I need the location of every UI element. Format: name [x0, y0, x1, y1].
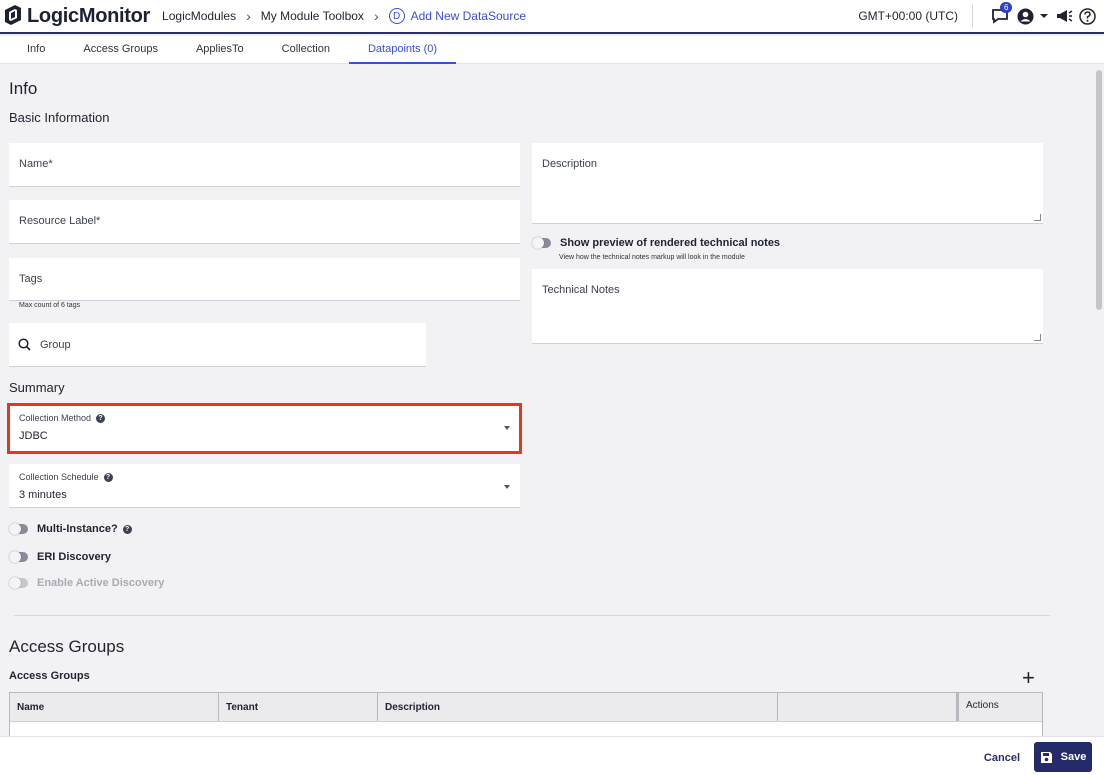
chevron-down-icon	[504, 485, 510, 489]
table-header: Name Tenant Description Actions	[10, 693, 1042, 722]
resize-handle-icon[interactable]	[1034, 334, 1041, 341]
help-icon[interactable]: ?	[122, 524, 132, 534]
column-header-actions: Actions	[957, 693, 1042, 721]
collection-method-value: JDBC	[19, 430, 48, 442]
multi-instance-label: Multi-Instance?	[37, 523, 118, 535]
breadcrumb-current: D Add New DataSource	[388, 8, 527, 24]
eri-discovery-label: ERI Discovery	[37, 551, 111, 563]
collection-schedule-value: 3 minutes	[19, 489, 67, 501]
preview-toggle[interactable]	[532, 237, 551, 249]
preview-toggle-row: Show preview of rendered technical notes	[532, 237, 780, 249]
tab-collection[interactable]: Collection	[263, 36, 349, 64]
multi-instance-row: Multi-Instance? ?	[9, 523, 132, 535]
help-icon[interactable]: ?	[103, 472, 113, 482]
chevron-right-icon: ›	[246, 8, 251, 24]
tab-bar: Info Access Groups AppliesTo Collection …	[0, 36, 1104, 64]
chevron-down-icon	[504, 426, 510, 430]
top-right-controls: GMT+00:00 (UTC) 6	[858, 0, 1096, 32]
timezone-label[interactable]: GMT+00:00 (UTC)	[858, 9, 958, 23]
chevron-down-icon[interactable]	[1040, 13, 1048, 19]
collection-schedule-select[interactable]: Collection Schedule ? 3 minutes	[9, 464, 520, 508]
group-field-label: Group	[40, 338, 71, 351]
name-field[interactable]: Name*	[9, 143, 520, 187]
cancel-button[interactable]: Cancel	[984, 752, 1020, 764]
help-icon[interactable]	[1079, 7, 1096, 25]
chevron-right-icon: ›	[373, 8, 379, 24]
tags-hint: Max count of 6 tags	[19, 302, 81, 309]
column-header-blank	[778, 693, 957, 721]
active-discovery-toggle	[9, 577, 28, 589]
breadcrumb-current-label: Add New DataSource	[410, 9, 527, 23]
section-divider	[14, 615, 1050, 616]
tab-access-groups[interactable]: Access Groups	[64, 36, 177, 64]
collection-schedule-label-wrap: Collection Schedule ?	[19, 472, 113, 482]
footer-bar: Cancel Save	[0, 736, 1104, 775]
column-header-name[interactable]: Name	[10, 693, 219, 721]
messages-icon[interactable]: 6	[991, 2, 1013, 24]
account-icon[interactable]	[1017, 8, 1034, 25]
collection-method-label-wrap: Collection Method ?	[19, 413, 106, 423]
active-discovery-row: Enable Active Discovery	[9, 577, 164, 589]
brand-name: LogicMonitor	[27, 4, 151, 27]
search-icon	[18, 338, 31, 351]
access-groups-heading: Access Groups	[9, 637, 125, 656]
eri-discovery-toggle[interactable]	[9, 551, 28, 563]
eri-discovery-row: ERI Discovery	[9, 551, 111, 563]
breadcrumb-logicmodules[interactable]: LogicModules	[162, 9, 236, 23]
preview-toggle-description: View how the technical notes markup will…	[559, 254, 745, 261]
tags-field[interactable]: Tags	[9, 258, 520, 301]
active-discovery-label: Enable Active Discovery	[37, 577, 165, 589]
group-search-field[interactable]: Group	[9, 323, 426, 367]
save-button[interactable]: Save	[1034, 742, 1092, 772]
description-field[interactable]: Description	[532, 143, 1043, 224]
tab-appliesto[interactable]: AppliesTo	[177, 36, 263, 64]
divider	[972, 5, 973, 27]
name-field-label: Name*	[19, 158, 53, 170]
section-title-info: Info	[9, 79, 38, 98]
tab-info[interactable]: Info	[0, 36, 64, 64]
technical-notes-field-label: Technical Notes	[542, 284, 620, 296]
add-access-group-icon[interactable]: +	[1022, 667, 1035, 689]
datasource-icon: D	[388, 8, 405, 24]
description-field-label: Description	[542, 158, 598, 170]
resize-handle-icon[interactable]	[1034, 214, 1041, 221]
help-icon[interactable]: ?	[96, 413, 106, 423]
logo[interactable]: LogicMonitor	[3, 4, 150, 29]
column-header-tenant[interactable]: Tenant	[219, 693, 378, 721]
logicmonitor-logo-icon	[3, 4, 23, 29]
save-button-label: Save	[1060, 751, 1087, 763]
top-bar: LogicMonitor LogicModules › My Module To…	[0, 0, 1104, 34]
main-content: Info Basic Information Name* Resource La…	[0, 64, 1092, 736]
multi-instance-toggle[interactable]	[9, 523, 28, 535]
save-icon	[1040, 751, 1052, 763]
preview-toggle-label: Show preview of rendered technical notes	[560, 237, 781, 249]
collection-method-label: Collection Method	[19, 413, 92, 423]
breadcrumb: LogicModules › My Module Toolbox › D Add…	[162, 8, 526, 24]
technical-notes-field[interactable]: Technical Notes	[532, 269, 1043, 344]
access-groups-table: Name Tenant Description Actions	[9, 692, 1043, 736]
vertical-scrollbar[interactable]	[1096, 70, 1102, 310]
resource-label-field-label: Resource Label*	[19, 215, 101, 227]
megaphone-icon[interactable]	[1056, 9, 1073, 23]
collection-schedule-label: Collection Schedule	[19, 472, 99, 482]
column-header-description[interactable]: Description	[378, 693, 778, 721]
tab-datapoints[interactable]: Datapoints (0)	[348, 36, 457, 64]
summary-heading: Summary	[9, 380, 65, 395]
tags-field-label: Tags	[19, 273, 43, 285]
collection-method-select[interactable]: Collection Method ? JDBC	[7, 403, 522, 454]
basic-information-heading: Basic Information	[9, 110, 110, 125]
breadcrumb-my-module-toolbox[interactable]: My Module Toolbox	[261, 9, 364, 23]
access-groups-subheading: Access Groups	[9, 670, 90, 682]
notification-count-badge: 6	[1000, 2, 1013, 13]
resource-label-field[interactable]: Resource Label*	[9, 200, 520, 244]
